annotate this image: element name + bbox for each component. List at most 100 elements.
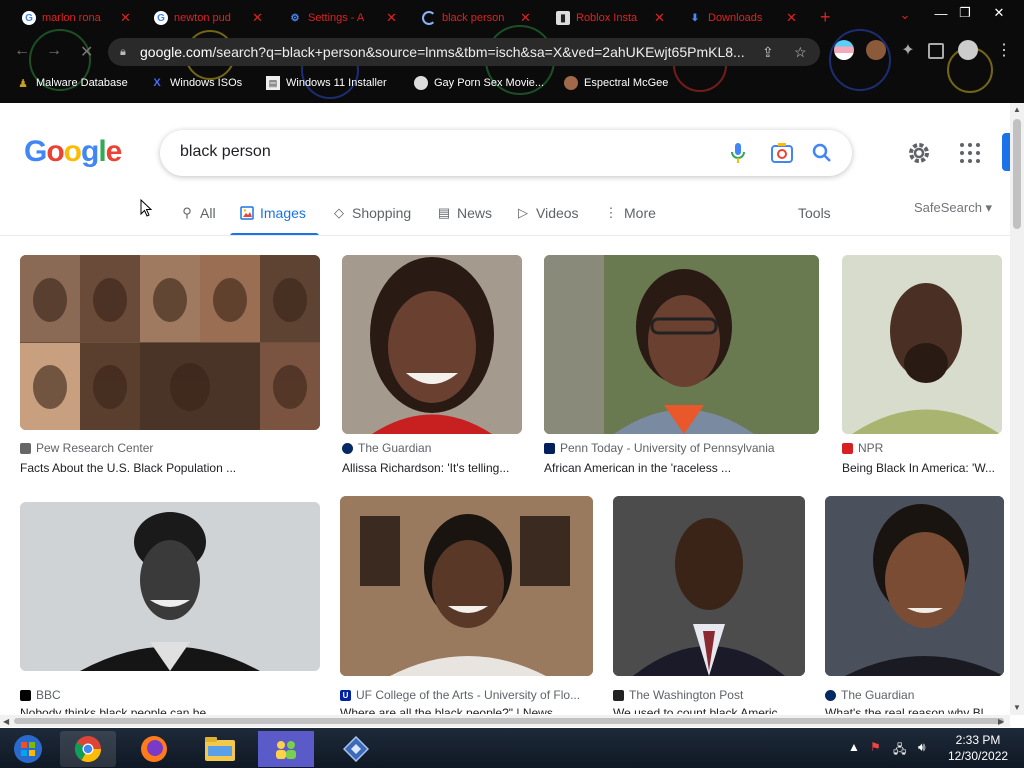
bookmark-espectral-mcgee[interactable]: Espectral McGee: [564, 76, 668, 90]
browser-tab-3[interactable]: ⚙ Settings - A ✕: [280, 6, 405, 30]
close-tab-icon[interactable]: ✕: [252, 10, 263, 26]
bookmark-malware-database[interactable]: ♟ Malware Database: [16, 76, 128, 90]
close-tab-icon[interactable]: ✕: [654, 10, 665, 26]
account-button[interactable]: [1002, 133, 1010, 171]
result-thumbnail[interactable]: [544, 255, 819, 434]
result-source[interactable]: The Guardian: [825, 688, 914, 702]
result-source[interactable]: NPR: [842, 441, 883, 455]
horizontal-scrollbar[interactable]: ◀ ▶: [0, 715, 1010, 727]
result-title[interactable]: Being Black In America: 'W...: [842, 461, 1002, 475]
close-tab-icon[interactable]: ✕: [386, 10, 397, 26]
show-hidden-icons-icon[interactable]: ▲: [848, 740, 860, 754]
forward-icon[interactable]: →: [46, 42, 62, 60]
browser-tab-6[interactable]: ⬇ Downloads ✕: [680, 6, 805, 30]
bookmark-site-4[interactable]: Gay Porn Sex Movie...: [414, 76, 544, 90]
result-thumbnail[interactable]: [825, 496, 1004, 676]
scrollbar-thumb[interactable]: [14, 718, 1004, 724]
back-icon[interactable]: ←: [14, 42, 30, 60]
close-tab-icon[interactable]: ✕: [520, 10, 531, 26]
menu-icon[interactable]: ⋮: [994, 40, 1014, 60]
result-title[interactable]: We used to count black Americ...: [613, 706, 805, 714]
result-source[interactable]: Penn Today - University of Pennsylvania: [544, 441, 775, 455]
result-card[interactable]: The Washington Post We used to count bla…: [613, 496, 805, 715]
settings-gear-icon[interactable]: [906, 140, 932, 166]
result-thumbnail[interactable]: [20, 255, 320, 430]
result-card[interactable]: The Guardian What's the real reason why …: [825, 496, 1004, 715]
result-title[interactable]: Facts About the U.S. Black Population ..…: [20, 461, 320, 475]
result-title[interactable]: African American in the 'raceless ...: [544, 461, 819, 475]
scroll-up-icon[interactable]: ▲: [1013, 105, 1021, 114]
result-source[interactable]: U UF College of the Arts - University of…: [340, 688, 580, 702]
scrollbar-thumb[interactable]: [1013, 119, 1021, 229]
address-bar[interactable]: 🔒︎ google.com/search?q=black+person&sour…: [108, 38, 820, 66]
tab-shopping[interactable]: ◇ Shopping: [332, 205, 411, 221]
tools-button[interactable]: Tools: [798, 205, 831, 221]
result-title[interactable]: What's the real reason why Bl...: [825, 706, 1004, 714]
extension-flag-icon[interactable]: [834, 40, 854, 60]
result-source[interactable]: Pew Research Center: [20, 441, 153, 455]
google-logo[interactable]: Google: [24, 135, 122, 169]
profile-icon[interactable]: [958, 40, 978, 60]
scroll-left-icon[interactable]: ◀: [3, 717, 9, 726]
result-card[interactable]: Pew Research Center Facts About the U.S.…: [20, 255, 320, 475]
share-icon[interactable]: ⇪: [762, 44, 774, 61]
new-tab-icon[interactable]: +: [820, 8, 831, 26]
result-thumbnail[interactable]: [342, 255, 522, 434]
remote-app-taskbar-icon[interactable]: [328, 731, 384, 767]
result-card[interactable]: Penn Today - University of Pennsylvania …: [544, 255, 819, 475]
result-thumbnail[interactable]: [613, 496, 805, 676]
users-app-taskbar-icon[interactable]: [258, 731, 314, 767]
result-source[interactable]: BBC: [20, 688, 61, 702]
camera-lens-icon[interactable]: [770, 141, 794, 165]
result-card[interactable]: U UF College of the Arts - University of…: [340, 496, 593, 715]
close-tab-icon[interactable]: ✕: [120, 10, 131, 26]
safesearch-dropdown[interactable]: SafeSearch ▾: [914, 200, 992, 216]
start-button[interactable]: [0, 731, 56, 767]
result-source[interactable]: The Washington Post: [613, 688, 743, 702]
search-box[interactable]: black person: [160, 130, 852, 176]
browser-tab-5[interactable]: ▮ Roblox Insta ✕: [548, 6, 673, 30]
tab-images[interactable]: Images: [240, 205, 306, 221]
result-thumbnail[interactable]: [842, 255, 1002, 434]
network-icon[interactable]: 🖧︎: [893, 740, 906, 761]
close-tab-icon[interactable]: ✕: [786, 10, 797, 26]
google-apps-icon[interactable]: [960, 143, 980, 163]
browser-tab-1[interactable]: G marlon rona ✕: [14, 6, 139, 30]
chrome-taskbar-icon[interactable]: [60, 731, 116, 767]
result-card[interactable]: NPR Being Black In America: 'W...: [842, 255, 1002, 475]
restore-icon[interactable]: ❐: [952, 2, 978, 24]
result-title[interactable]: Where are all the black people?" | News …: [340, 706, 593, 714]
side-panel-icon[interactable]: [928, 43, 944, 59]
file-explorer-taskbar-icon[interactable]: [192, 731, 248, 767]
close-window-icon[interactable]: ✕: [986, 2, 1012, 24]
extension-avatar-icon[interactable]: [866, 40, 886, 60]
result-thumbnail[interactable]: [340, 496, 593, 676]
bookmark-star-icon[interactable]: ☆: [794, 44, 807, 61]
search-submit-icon[interactable]: [810, 141, 834, 165]
scroll-right-icon[interactable]: ▶: [998, 717, 1004, 726]
scroll-down-icon[interactable]: ▼: [1013, 703, 1021, 712]
result-source[interactable]: The Guardian: [342, 441, 431, 455]
result-card[interactable]: The Guardian Allissa Richardson: 'It's t…: [342, 255, 522, 475]
volume-icon[interactable]: 🔊︎: [918, 740, 926, 755]
system-clock[interactable]: 2:33 PM 12/30/2022: [948, 732, 1008, 764]
flag-warning-icon[interactable]: ⚑: [870, 740, 881, 754]
stop-icon[interactable]: ✕: [80, 42, 93, 62]
mic-icon[interactable]: [726, 141, 750, 165]
bookmark-windows-11-installer[interactable]: ▤ Windows 11 Installer: [266, 76, 387, 90]
tab-videos[interactable]: ▷ Videos: [516, 205, 579, 221]
bookmark-windows-isos[interactable]: X Windows ISOs: [150, 76, 242, 90]
firefox-taskbar-icon[interactable]: [126, 731, 182, 767]
extensions-puzzle-icon[interactable]: ✦: [898, 40, 918, 60]
tab-news[interactable]: ▤ News: [437, 205, 492, 221]
vertical-scrollbar[interactable]: ▲ ▼: [1010, 103, 1024, 715]
minimize-icon[interactable]: —: [928, 2, 954, 24]
result-title[interactable]: Nobody thinks black people can be ...: [20, 706, 320, 714]
tab-search-icon[interactable]: ⌄: [892, 4, 918, 26]
result-card[interactable]: BBC Nobody thinks black people can be ..…: [20, 502, 320, 715]
result-thumbnail[interactable]: [20, 502, 320, 671]
search-query[interactable]: black person: [180, 143, 271, 161]
tab-more[interactable]: ⋮ More: [604, 205, 656, 221]
tab-all[interactable]: ⚲ All: [180, 205, 215, 221]
result-title[interactable]: Allissa Richardson: 'It's telling...: [342, 461, 522, 475]
